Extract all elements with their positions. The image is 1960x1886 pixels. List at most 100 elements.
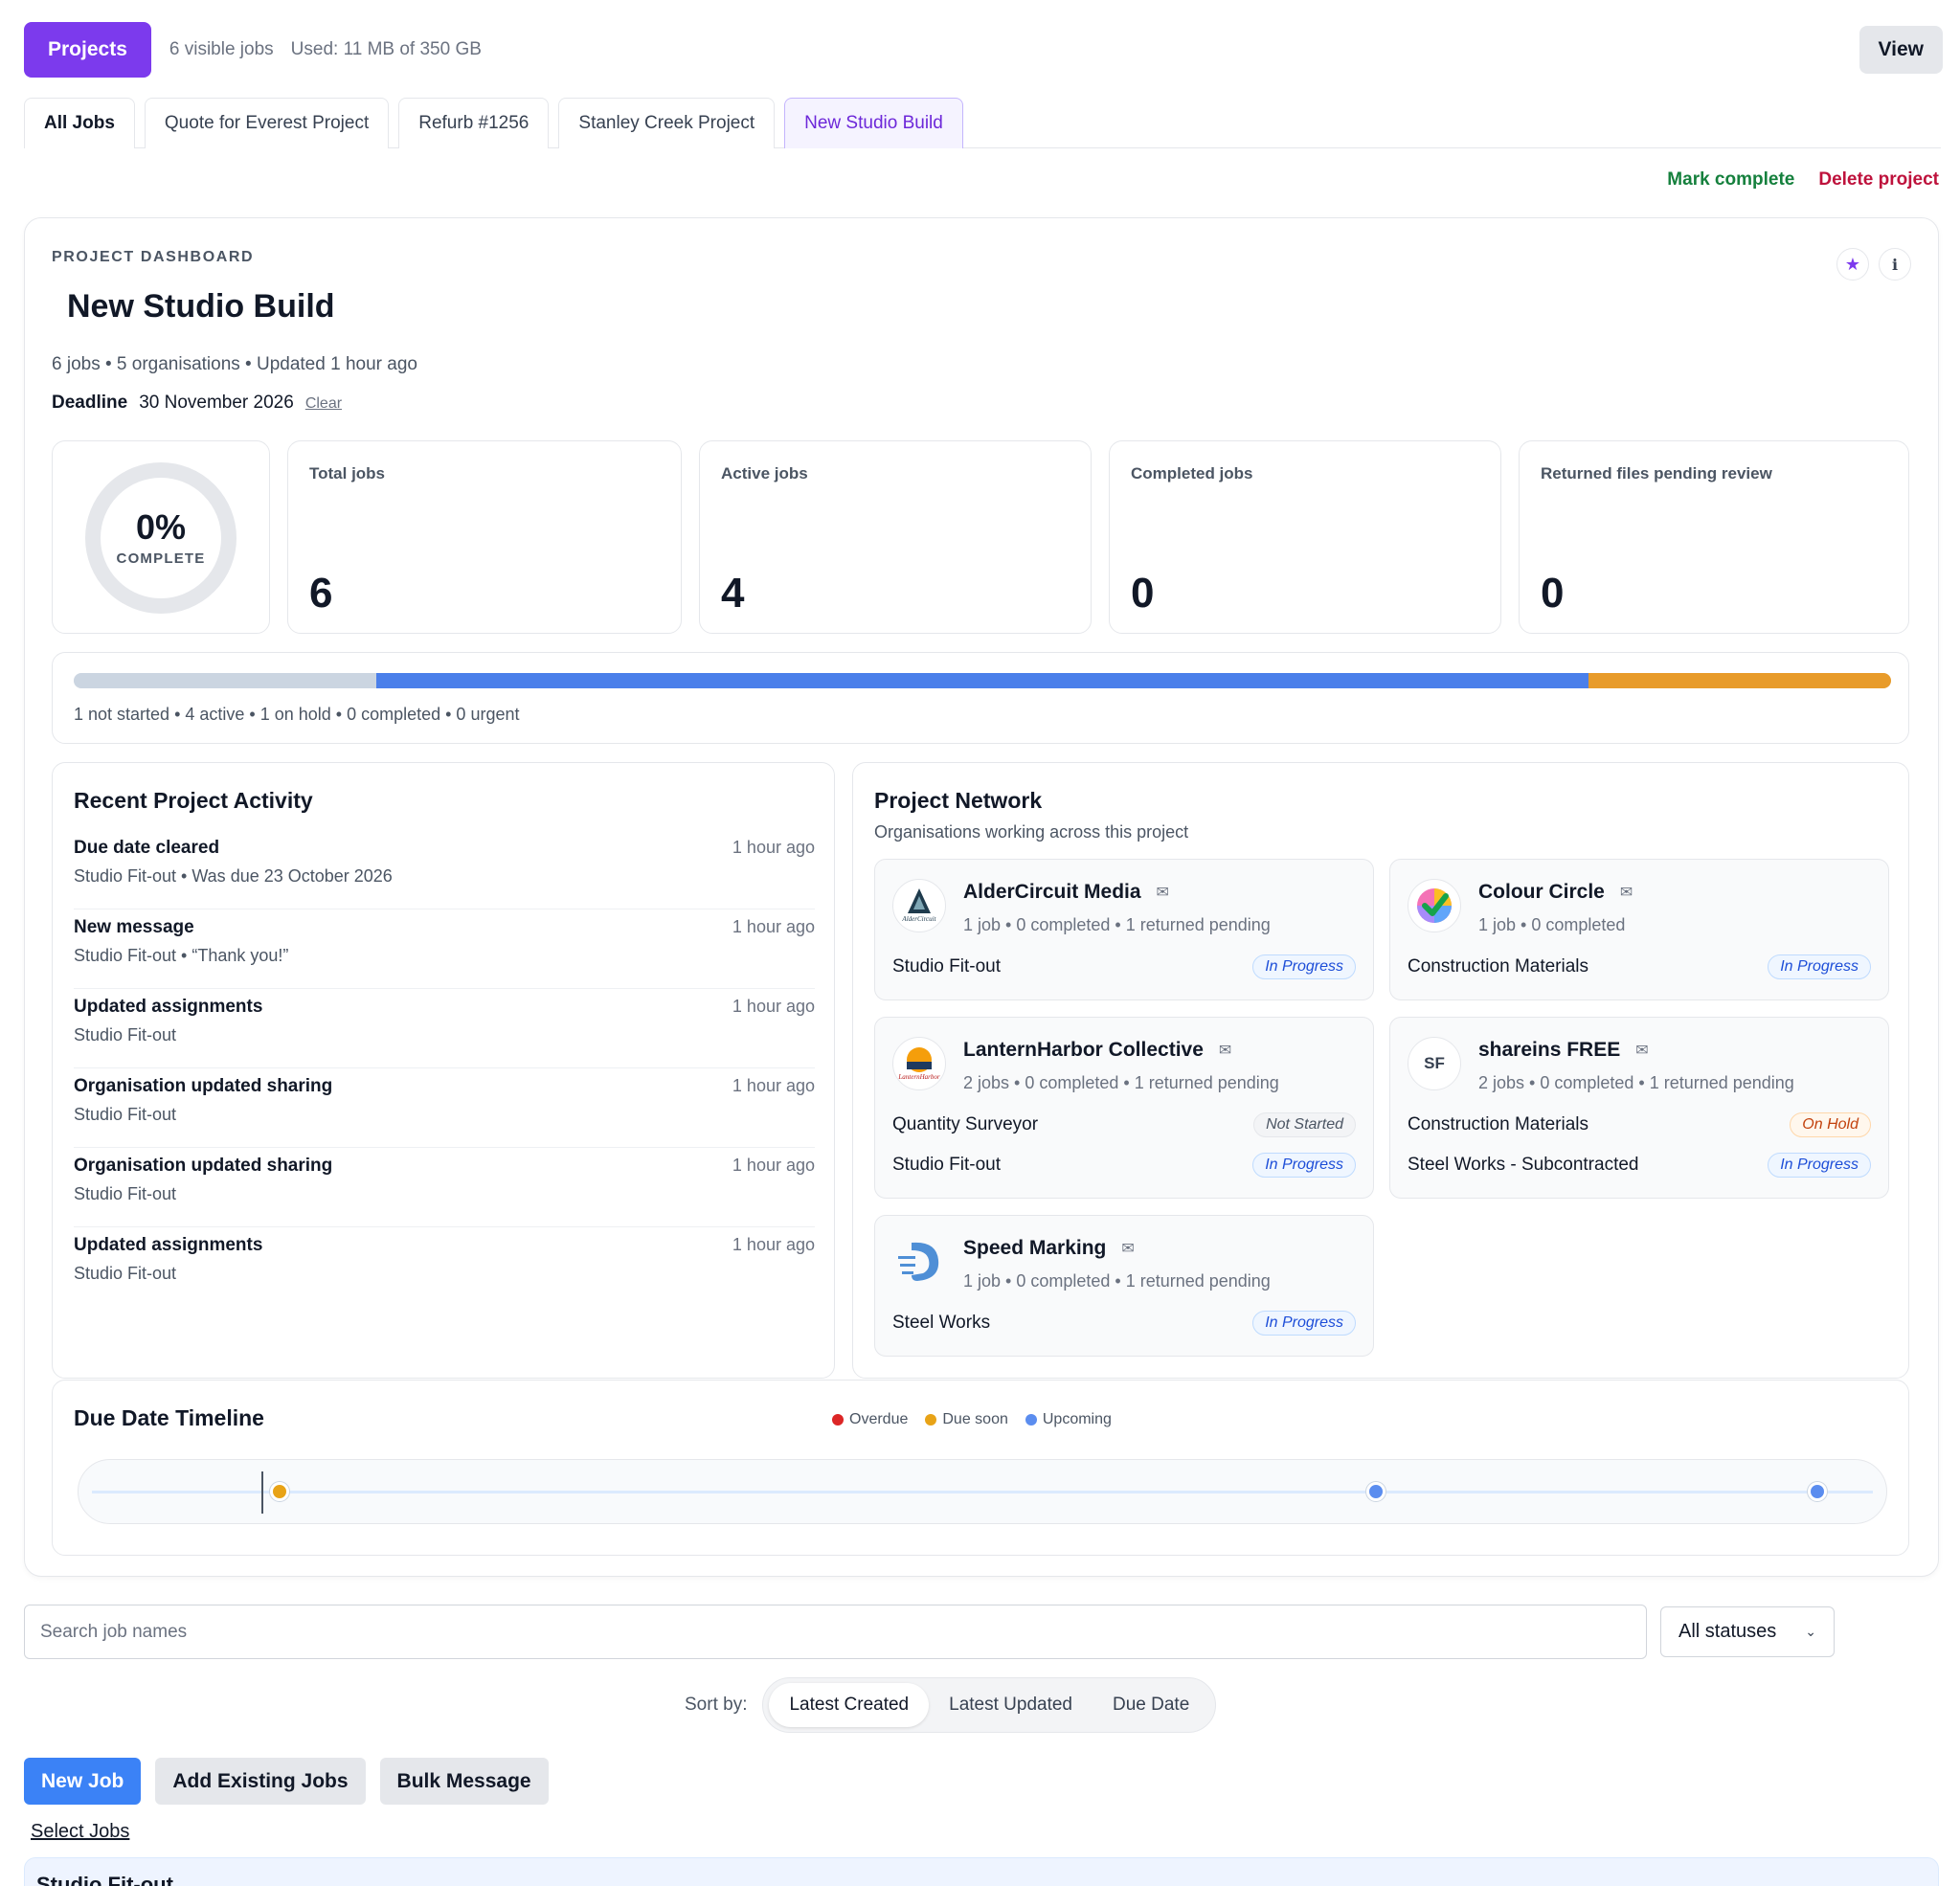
progress-segment-not-started xyxy=(74,673,377,688)
activity-item-time: 1 hour ago xyxy=(732,997,815,1016)
timeline-point-upcoming[interactable] xyxy=(1808,1482,1828,1501)
list-item[interactable]: New message Studio Fit-out • “Thank you!… xyxy=(74,909,815,989)
chevron-down-icon: ⌄ xyxy=(1805,1624,1816,1639)
org-job-name: Steel Works xyxy=(892,1313,991,1333)
mail-icon[interactable]: ✉ xyxy=(1121,1239,1134,1258)
info-icon[interactable]: i xyxy=(1879,248,1911,281)
status-filter-select[interactable]: All statuses ⌄ xyxy=(1660,1606,1835,1657)
status-badge: In Progress xyxy=(1768,1153,1871,1178)
progress-segment-active xyxy=(376,673,1588,688)
completion-ring-card: 0% COMPLETE xyxy=(52,440,270,634)
delete-project-link[interactable]: Delete project xyxy=(1818,169,1939,191)
org-card-aldercircuit[interactable]: AlderCircuit AlderCircuit Media ✉ 1 job •… xyxy=(874,859,1374,1000)
activity-item-time: 1 hour ago xyxy=(732,838,815,857)
legend-dot-icon xyxy=(925,1414,937,1426)
list-item[interactable]: Updated assignments Studio Fit-out 1 hou… xyxy=(74,1227,815,1307)
activity-item-desc: Studio Fit-out xyxy=(74,1264,177,1283)
project-tabs: All Jobs Quote for Everest Project Refur… xyxy=(24,98,1941,148)
org-name-text: AlderCircuit Media xyxy=(963,881,1141,903)
stat-label: Completed jobs xyxy=(1131,464,1253,483)
org-job-row[interactable]: Construction Materials In Progress xyxy=(1408,954,1871,980)
view-button[interactable]: View xyxy=(1859,26,1943,74)
org-card-colour-circle[interactable]: Colour Circle ✉ 1 job • 0 completed Const… xyxy=(1389,859,1889,1000)
aldercircuit-logo-icon: AlderCircuit xyxy=(892,879,946,932)
org-job-name: Studio Fit-out xyxy=(892,1155,1001,1175)
status-progress-bar xyxy=(74,673,1891,688)
top-bar: Projects 6 visible jobs Used: 11 MB of 35… xyxy=(24,22,1943,78)
add-existing-jobs-button[interactable]: Add Existing Jobs xyxy=(155,1758,366,1805)
org-stats: 1 job • 0 completed • 1 returned pending xyxy=(963,915,1271,934)
completion-label: COMPLETE xyxy=(116,550,206,567)
activity-item-title: Updated assignments xyxy=(74,997,263,1017)
org-card-speed-marking[interactable]: Speed Marking ✉ 1 job • 0 completed • 1 r… xyxy=(874,1215,1374,1357)
tab-quote-everest[interactable]: Quote for Everest Project xyxy=(144,98,390,148)
project-dashboard: PROJECT DASHBOARD ★ i New Studio Build 6… xyxy=(24,217,1939,1577)
timeline-point-due-soon[interactable] xyxy=(269,1482,289,1501)
timeline-point-upcoming[interactable] xyxy=(1365,1482,1386,1501)
org-stats: 1 job • 0 completed xyxy=(1478,915,1626,934)
mail-icon[interactable]: ✉ xyxy=(1620,883,1633,902)
org-job-row[interactable]: Construction Materials On Hold xyxy=(1408,1111,1871,1138)
today-marker xyxy=(260,1471,263,1514)
sort-label: Sort by: xyxy=(685,1695,748,1715)
org-job-row[interactable]: Studio Fit-out In Progress xyxy=(892,954,1356,980)
tab-refurb-1256[interactable]: Refurb #1256 xyxy=(398,98,550,148)
sort-latest-updated[interactable]: Latest Updated xyxy=(929,1683,1093,1727)
list-item[interactable]: Updated assignments Studio Fit-out 1 hou… xyxy=(74,989,815,1068)
org-name-text: LanternHarbor Collective xyxy=(963,1039,1204,1061)
mail-icon[interactable]: ✉ xyxy=(1157,883,1169,902)
legend-overdue: Overdue xyxy=(832,1411,908,1428)
list-item[interactable]: Due date cleared Studio Fit-out • Was du… xyxy=(74,830,815,909)
timeline-line xyxy=(92,1491,1873,1493)
deadline-label: Deadline xyxy=(52,393,128,413)
list-item[interactable]: Organisation updated sharing Studio Fit-… xyxy=(74,1148,815,1227)
tab-all-jobs[interactable]: All Jobs xyxy=(24,98,135,148)
activity-item-title: Organisation updated sharing xyxy=(74,1156,333,1176)
tab-stanley-creek[interactable]: Stanley Creek Project xyxy=(558,98,776,148)
mail-icon[interactable]: ✉ xyxy=(1635,1041,1648,1060)
search-input[interactable] xyxy=(24,1605,1647,1659)
tab-new-studio-build[interactable]: New Studio Build xyxy=(784,98,963,148)
legend-dot-icon xyxy=(832,1414,844,1426)
recent-activity-card: Recent Project Activity Due date cleared… xyxy=(52,762,835,1379)
activity-item-desc: Studio Fit-out • “Thank you!” xyxy=(74,946,289,965)
org-name: LanternHarbor Collective ✉ xyxy=(963,1039,1231,1062)
mail-icon[interactable]: ✉ xyxy=(1219,1041,1231,1060)
select-jobs-link[interactable]: Select Jobs xyxy=(31,1821,129,1843)
list-item[interactable]: Organisation updated sharing Studio Fit-… xyxy=(74,1068,815,1148)
timeline-track[interactable] xyxy=(78,1459,1887,1524)
sort-due-date[interactable]: Due Date xyxy=(1093,1683,1209,1727)
stat-value: 0 xyxy=(1541,570,1565,617)
bulk-message-button[interactable]: Bulk Message xyxy=(379,1758,549,1805)
org-job-row[interactable]: Steel Works In Progress xyxy=(892,1310,1356,1336)
stat-value: 4 xyxy=(721,570,745,617)
mark-complete-link[interactable]: Mark complete xyxy=(1667,169,1794,191)
org-job-row[interactable]: Studio Fit-out In Progress xyxy=(892,1152,1356,1179)
logo-speed-line xyxy=(898,1256,915,1259)
legend-label: Due soon xyxy=(942,1411,1008,1427)
job-section-title: Studio Fit-out xyxy=(36,1873,173,1886)
org-name: shareins FREE ✉ xyxy=(1478,1039,1649,1062)
sort-latest-created[interactable]: Latest Created xyxy=(769,1683,930,1727)
logo-wordmark: AlderCircuit xyxy=(901,915,936,923)
activity-item-title: Updated assignments xyxy=(74,1235,263,1255)
org-name: Speed Marking ✉ xyxy=(963,1237,1135,1260)
new-job-button[interactable]: New Job xyxy=(24,1758,142,1805)
page-title: New Studio Build xyxy=(67,288,335,325)
clear-deadline-link[interactable]: Clear xyxy=(305,395,342,413)
org-job-row[interactable]: Quantity Surveyor Not Started xyxy=(892,1111,1356,1138)
org-job-name: Quantity Surveyor xyxy=(892,1114,1039,1134)
status-progress-card: 1 not started • 4 active • 1 on hold • 0… xyxy=(52,652,1909,744)
projects-button[interactable]: Projects xyxy=(24,22,151,78)
org-job-row[interactable]: Steel Works - Subcontracted In Progress xyxy=(1408,1152,1871,1179)
org-stats: 1 job • 0 completed • 1 returned pending xyxy=(963,1271,1271,1291)
completion-ring: 0% COMPLETE xyxy=(85,462,237,614)
org-card-lanternharbor[interactable]: LanternHarbor LanternHarbor Collective ✉ … xyxy=(874,1017,1374,1199)
stat-value: 0 xyxy=(1131,570,1155,617)
progress-segment-on-hold xyxy=(1588,673,1891,688)
job-section-header[interactable]: Studio Fit-out xyxy=(24,1857,1939,1886)
project-summary: 6 jobs • 5 organisations • Updated 1 hou… xyxy=(52,354,417,374)
star-icon[interactable]: ★ xyxy=(1836,248,1869,281)
project-network-card: Project Network Organisations working ac… xyxy=(852,762,1909,1379)
org-card-shareins[interactable]: SF shareins FREE ✉ 2 jobs • 0 completed •… xyxy=(1389,1017,1889,1199)
